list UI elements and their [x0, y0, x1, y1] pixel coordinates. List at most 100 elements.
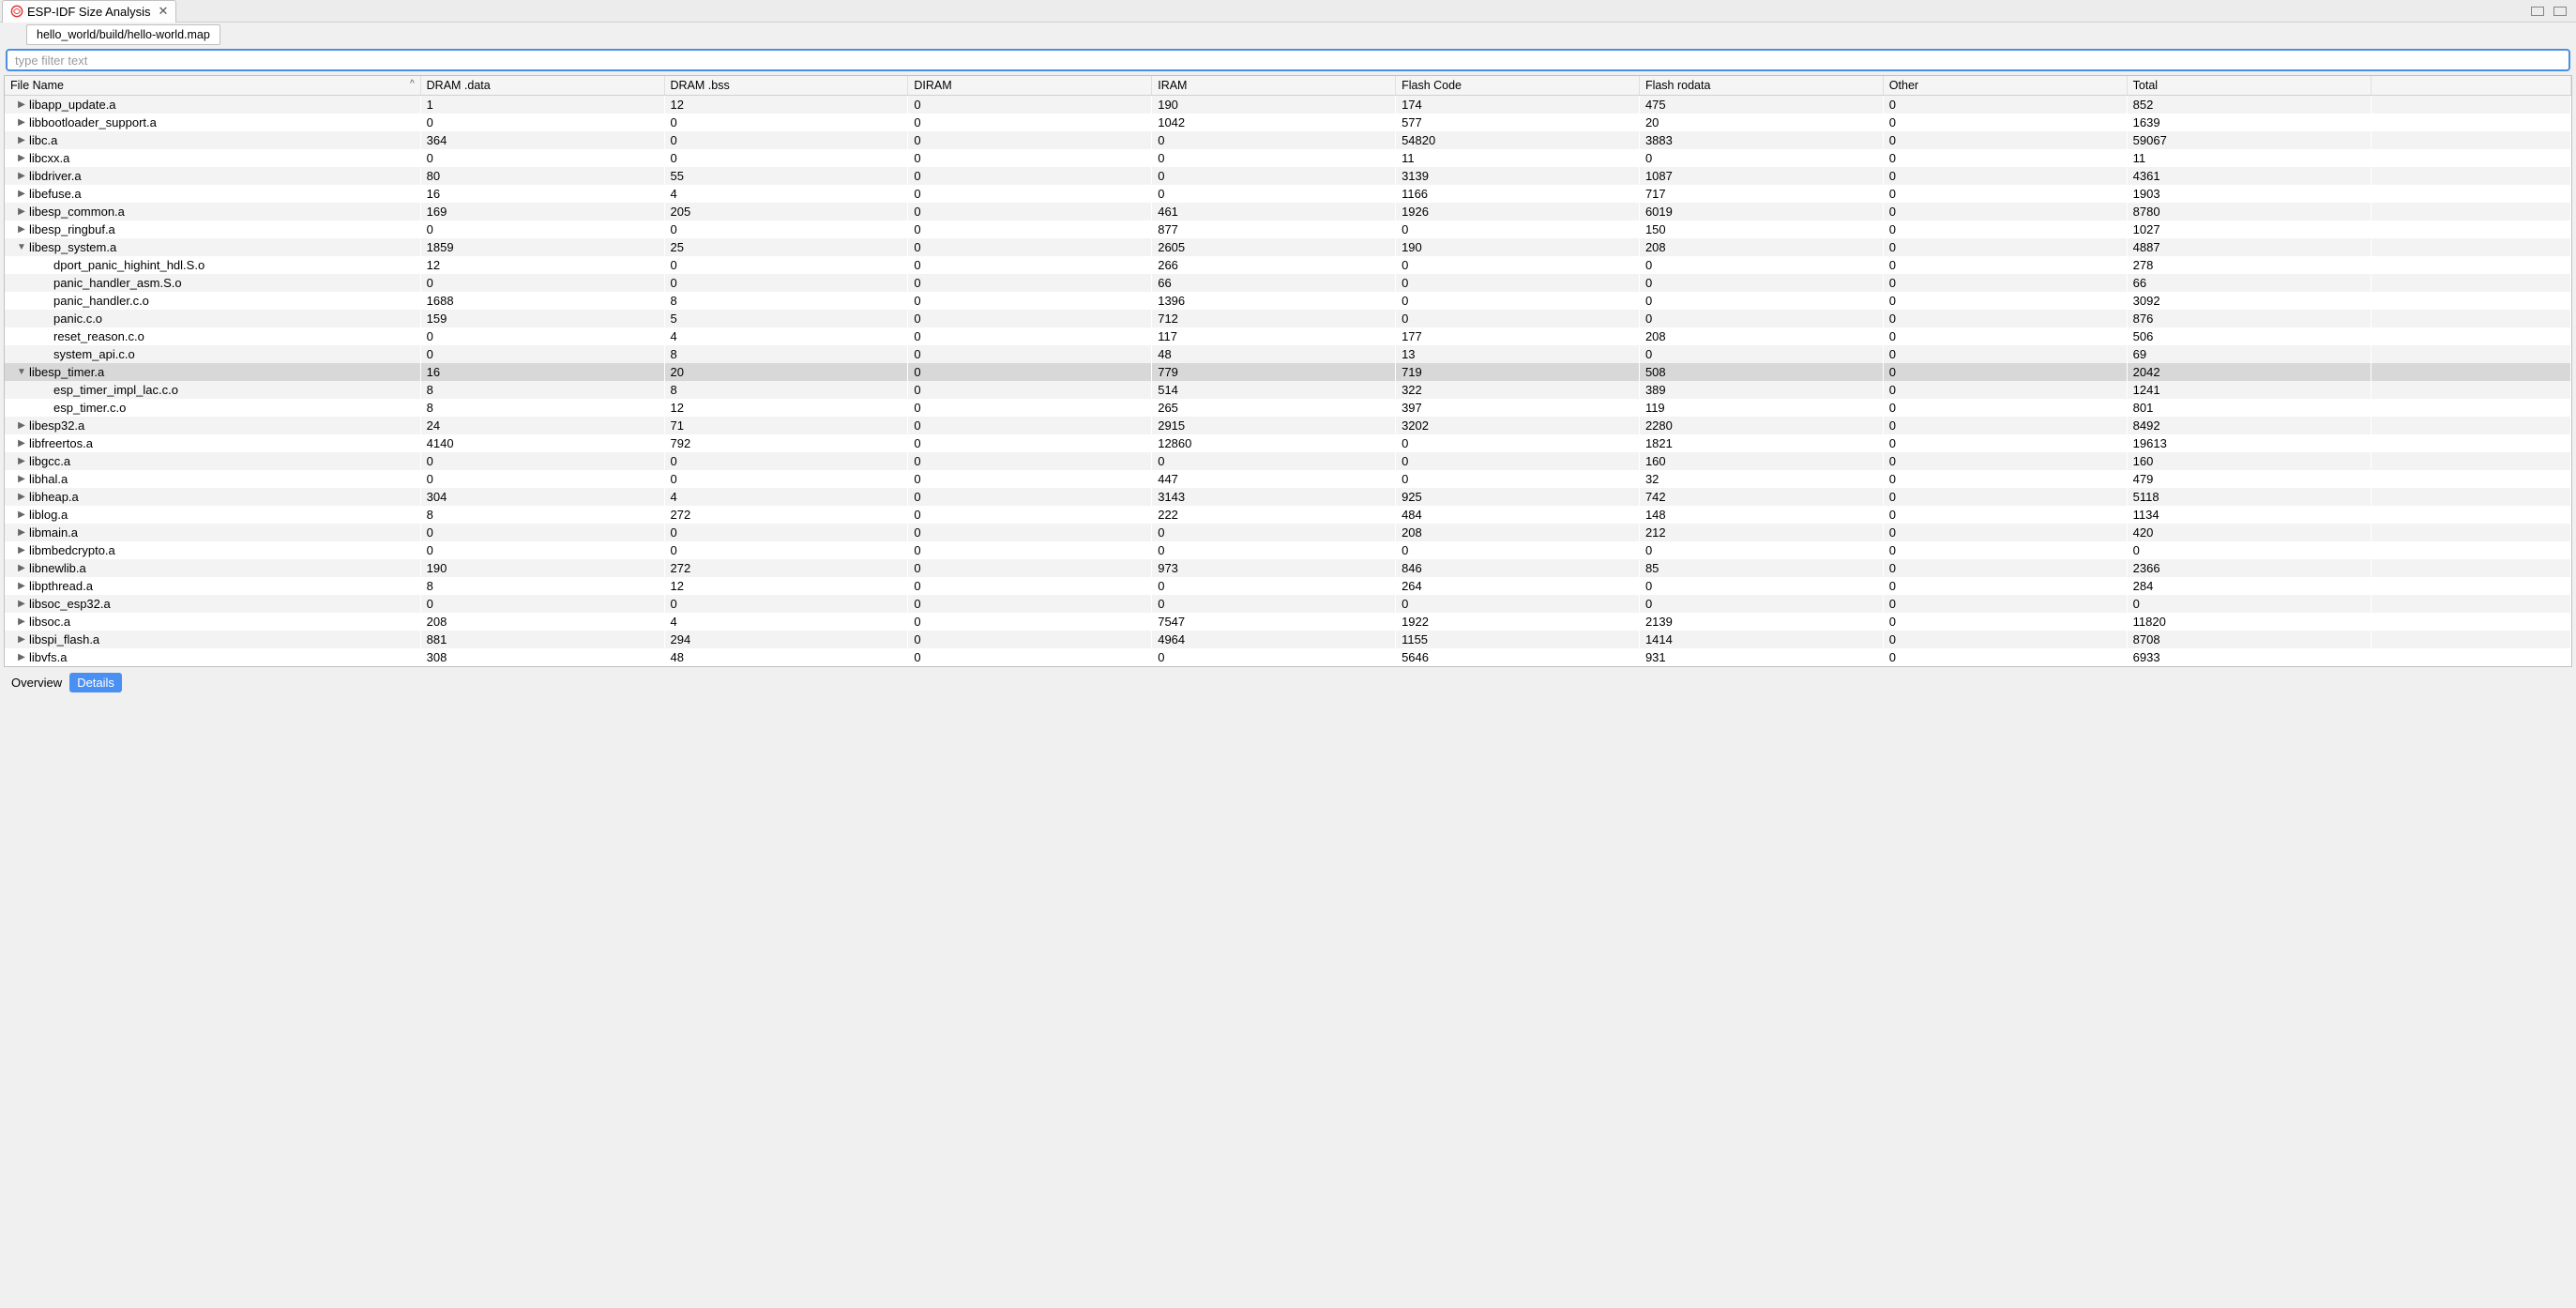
table-row[interactable]: panic_handler_asm.S.o0006600066 [5, 274, 2571, 292]
table-row[interactable]: ▶libhal.a0004470320479 [5, 470, 2571, 488]
table-row[interactable]: ▶libvfs.a3084800564693106933 [5, 648, 2571, 666]
table-row[interactable]: ▶libsoc_esp32.a00000000 [5, 595, 2571, 613]
col-header-flash-code[interactable]: Flash Code [1396, 76, 1640, 96]
table-row[interactable]: ▶libmbedcrypto.a00000000 [5, 541, 2571, 559]
file-name: esp_timer.c.o [53, 401, 126, 415]
size-table: File Name ^ DRAM .data DRAM .bss DIRAM I… [4, 75, 2572, 667]
chevron-right-icon[interactable]: ▶ [16, 616, 27, 627]
table-row[interactable]: ▶libsoc.a20840754719222139011820 [5, 613, 2571, 631]
chevron-right-icon[interactable]: ▶ [16, 563, 27, 573]
cell-value: 475 [1639, 96, 1883, 114]
close-icon[interactable]: ✕ [159, 4, 169, 19]
cell-value: 7547 [1152, 613, 1396, 631]
maximize-view-icon[interactable] [2553, 7, 2567, 16]
table-row[interactable]: reset_reason.c.o0401171772080506 [5, 327, 2571, 345]
table-row[interactable]: ▶libdriver.a8055003139108704361 [5, 167, 2571, 185]
chevron-right-icon[interactable]: ▶ [16, 224, 27, 235]
chevron-right-icon[interactable]: ▶ [16, 581, 27, 591]
cell-value: 0 [1639, 541, 1883, 559]
chevron-right-icon[interactable]: ▶ [16, 456, 27, 466]
table-row[interactable]: esp_timer_impl_lac.c.o88051432238901241 [5, 381, 2571, 399]
chevron-right-icon[interactable]: ▶ [16, 545, 27, 555]
table-row[interactable]: panic.c.o15950712000876 [5, 310, 2571, 327]
cell-spacer [2371, 613, 2570, 631]
cell-value: 0 [908, 185, 1152, 203]
table-row[interactable]: ▶libpthread.a8120026400284 [5, 577, 2571, 595]
table-row[interactable]: ▶libfreertos.a414079201286001821019613 [5, 434, 2571, 452]
cell-value: 0 [1883, 470, 2127, 488]
col-header-dram-bss[interactable]: DRAM .bss [664, 76, 908, 96]
col-header-other[interactable]: Other [1883, 76, 2127, 96]
chevron-down-icon[interactable]: ▼ [16, 367, 27, 377]
cell-value: 420 [2127, 524, 2371, 541]
table-row[interactable]: ▼libesp_timer.a1620077971950802042 [5, 363, 2571, 381]
table-row[interactable]: ▶libapp_update.a11201901744750852 [5, 96, 2571, 114]
cell-value: 0 [1639, 310, 1883, 327]
col-header-diram[interactable]: DIRAM [908, 76, 1152, 96]
tab-details[interactable]: Details [69, 673, 122, 692]
table-row[interactable]: ▶libmain.a00002082120420 [5, 524, 2571, 541]
table-row[interactable]: ▶libheap.a30440314392574205118 [5, 488, 2571, 506]
file-name: libspi_flash.a [29, 632, 99, 646]
cell-value: 0 [908, 470, 1152, 488]
cell-value: 4887 [2127, 238, 2371, 256]
cell-value: 0 [420, 541, 664, 559]
cell-value: 0 [908, 327, 1152, 345]
chevron-right-icon[interactable]: ▶ [16, 99, 27, 110]
table-row[interactable]: ▶libesp32.a2471029153202228008492 [5, 417, 2571, 434]
table-row[interactable]: dport_panic_highint_hdl.S.o1200266000278 [5, 256, 2571, 274]
table-row[interactable]: ▶libesp_ringbuf.a000877015001027 [5, 221, 2571, 238]
table-row[interactable]: ▼libesp_system.a1859250260519020804887 [5, 238, 2571, 256]
table-row[interactable]: esp_timer.c.o81202653971190801 [5, 399, 2571, 417]
col-header-iram[interactable]: IRAM [1152, 76, 1396, 96]
chevron-right-icon[interactable]: ▶ [16, 527, 27, 538]
table-row[interactable]: system_api.c.o08048130069 [5, 345, 2571, 363]
col-header-flash-rodata[interactable]: Flash rodata [1639, 76, 1883, 96]
table-row[interactable]: ▶libc.a364000548203883059067 [5, 131, 2571, 149]
chevron-right-icon[interactable]: ▶ [16, 189, 27, 199]
table-row[interactable]: ▶libesp_common.a16920504611926601908780 [5, 203, 2571, 221]
chevron-right-icon[interactable]: ▶ [16, 171, 27, 181]
table-row[interactable]: ▶libnewlib.a19027209738468502366 [5, 559, 2571, 577]
cell-value: 0 [420, 221, 664, 238]
cell-value: 294 [664, 631, 908, 648]
chevron-right-icon[interactable]: ▶ [16, 153, 27, 163]
chevron-right-icon[interactable]: ▶ [16, 634, 27, 645]
minimize-view-icon[interactable] [2531, 7, 2544, 16]
cell-value: 0 [664, 256, 908, 274]
cell-value: 0 [1883, 185, 2127, 203]
chevron-right-icon[interactable]: ▶ [16, 474, 27, 484]
cell-value: 1396 [1152, 292, 1396, 310]
chevron-right-icon[interactable]: ▶ [16, 599, 27, 609]
table-row[interactable]: ▶libspi_flash.a881294049641155141408708 [5, 631, 2571, 648]
chevron-right-icon[interactable]: ▶ [16, 438, 27, 449]
chevron-right-icon[interactable]: ▶ [16, 117, 27, 128]
table-row[interactable]: ▶libefuse.a16400116671701903 [5, 185, 2571, 203]
tab-overview[interactable]: Overview [4, 673, 69, 692]
cell-value: 0 [1152, 595, 1396, 613]
chevron-right-icon[interactable]: ▶ [16, 652, 27, 662]
table-row[interactable]: panic_handler.c.o16888013960003092 [5, 292, 2571, 310]
cell-value: 0 [1883, 203, 2127, 221]
cell-value: 0 [1639, 345, 1883, 363]
file-name: libesp_timer.a [29, 365, 104, 379]
breadcrumb[interactable]: hello_world/build/hello-world.map [26, 24, 220, 45]
cell-value: 364 [420, 131, 664, 149]
tab-size-analysis[interactable]: ESP-IDF Size Analysis ✕ [2, 0, 176, 23]
chevron-right-icon[interactable]: ▶ [16, 420, 27, 431]
filter-input[interactable] [6, 49, 2570, 71]
chevron-down-icon[interactable]: ▼ [16, 242, 27, 252]
chevron-right-icon[interactable]: ▶ [16, 206, 27, 217]
cell-spacer [2371, 363, 2570, 381]
cell-value: 20 [664, 363, 908, 381]
chevron-right-icon[interactable]: ▶ [16, 135, 27, 145]
table-row[interactable]: ▶libbootloader_support.a0001042577200163… [5, 114, 2571, 131]
chevron-right-icon[interactable]: ▶ [16, 492, 27, 502]
col-header-dram-data[interactable]: DRAM .data [420, 76, 664, 96]
col-header-total[interactable]: Total [2127, 76, 2371, 96]
table-row[interactable]: ▶liblog.a8272022248414801134 [5, 506, 2571, 524]
chevron-right-icon[interactable]: ▶ [16, 510, 27, 520]
table-row[interactable]: ▶libgcc.a000001600160 [5, 452, 2571, 470]
table-row[interactable]: ▶libcxx.a0000110011 [5, 149, 2571, 167]
col-header-filename[interactable]: File Name ^ [5, 76, 420, 96]
